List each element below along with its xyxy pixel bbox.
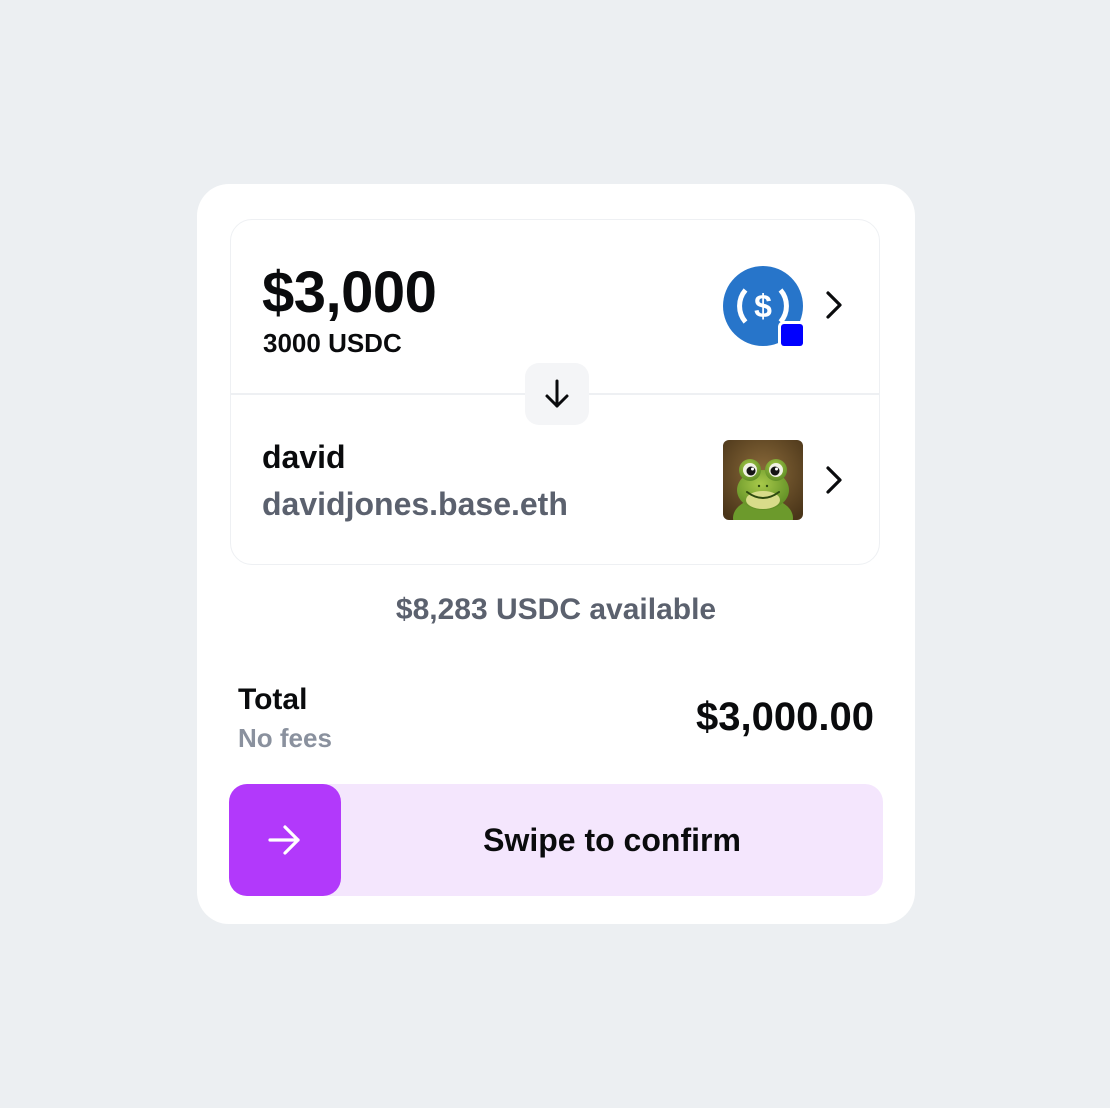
transfer-summary: $3,000 3000 USDC $ david davidjones.base… [230,219,880,565]
chevron-right-icon[interactable] [821,288,847,322]
arrow-down-icon [545,379,569,408]
send-amount[interactable]: $3,000 [262,258,437,328]
available-balance: $8,283 USDC available [395,593,717,626]
total-label: Total [238,683,308,716]
total-value: $3,000.00 [696,695,874,739]
swipe-label: Swipe to confirm [483,822,741,858]
swap-direction-button[interactable] [525,363,589,425]
base-network-icon [778,321,806,349]
token-selector[interactable]: $ [723,266,806,349]
fees-label: No fees [238,723,332,753]
arrow-right-icon [268,825,300,855]
recipient-name: david [262,439,346,475]
recipient-address: davidjones.base.eth [262,486,568,522]
chevron-right-icon[interactable] [821,463,847,497]
recipient-avatar[interactable] [723,440,803,520]
frog-avatar [723,440,803,520]
send-amount-token: 3000 USDC [263,328,402,358]
swipe-handle[interactable] [229,784,341,896]
swipe-to-confirm-track[interactable]: Swipe to confirm [229,784,883,896]
send-card: $3,000 3000 USDC $ david davidjones.base… [197,184,915,924]
svg-text:$: $ [754,288,772,324]
